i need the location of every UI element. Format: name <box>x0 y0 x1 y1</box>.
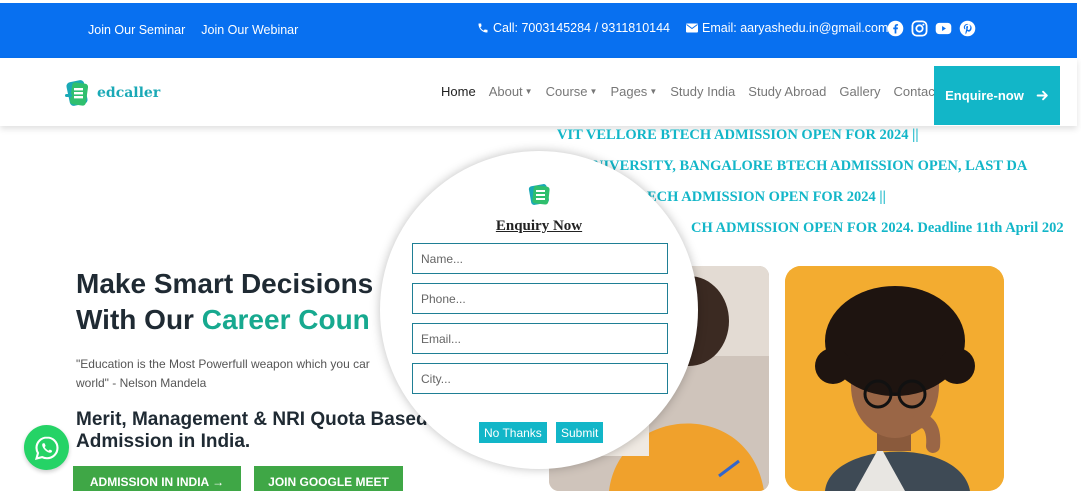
join-google-meet-button[interactable]: JOIN GOOGLE MEET <box>254 466 403 491</box>
nav-item-gallery[interactable]: Gallery <box>839 84 880 99</box>
nav-item-home[interactable]: Home <box>441 84 476 99</box>
nav-item-study-abroad[interactable]: Study Abroad <box>748 84 826 99</box>
caret-down-icon: ▼ <box>589 87 598 96</box>
instagram-icon[interactable] <box>911 20 928 37</box>
city-input[interactable]: City... <box>412 363 668 394</box>
hero-title-line1: Make Smart Decisions <box>76 268 374 299</box>
logo-text: edcaller <box>97 85 161 101</box>
nav-item-pages-label: Pages <box>610 84 648 99</box>
quote-line2: world" - Nelson Mandela <box>76 376 207 390</box>
ticker-line[interactable]: ECH ADMISSION OPEN FOR 2024 || <box>647 189 886 206</box>
ticker-line[interactable]: VIT VELLORE BTECH ADMISSION OPEN FOR 202… <box>557 127 919 144</box>
top-bar: Join Our Seminar Join Our Webinar Call: … <box>0 3 1077 58</box>
email-input[interactable]: Email... <box>412 323 668 354</box>
email-info[interactable]: Email: aaryashedu.in@gmail.com <box>686 21 888 35</box>
nav-item-course-label: Course <box>545 84 588 99</box>
nav-item-course[interactable]: Course ▼ <box>546 84 598 99</box>
nav-item-pages[interactable]: Pages ▼ <box>610 84 657 99</box>
contact-info: Call: 7003145284 / 9311810144 Email: aar… <box>477 21 888 35</box>
logo-icon <box>65 80 89 106</box>
admission-in-india-button[interactable]: ADMISSION IN INDIA → <box>73 466 241 491</box>
subhead-line2: Admission in India. <box>76 431 251 452</box>
phone-icon <box>478 23 488 33</box>
subhead-line1: Merit, Management & NRI Quota Based <box>76 409 428 430</box>
name-input[interactable]: Name... <box>412 243 668 274</box>
facebook-icon[interactable] <box>887 20 904 37</box>
nav-menu: Home About ▼ Course ▼ Pages ▼ Study India S… <box>441 84 938 99</box>
logo[interactable]: edcaller <box>62 78 160 108</box>
call-text: Call: 7003145284 / 9311810144 <box>493 21 671 35</box>
phone-input[interactable]: Phone... <box>412 283 668 314</box>
hero-subheading: Merit, Management & NRI Quota Based Admi… <box>76 409 428 453</box>
hero-quote: "Education is the Most Powerfull weapon … <box>76 355 406 393</box>
caret-down-icon: ▼ <box>524 87 533 96</box>
enquire-now-label: Enquire-now <box>945 88 1024 103</box>
nav-item-contact[interactable]: Contact <box>894 84 939 99</box>
join-webinar-link[interactable]: Join Our Webinar <box>201 23 298 37</box>
nav-item-about[interactable]: About ▼ <box>489 84 533 99</box>
hero-title-line2: With Our Career Coun <box>76 302 373 338</box>
main-nav: edcaller Home About ▼ Course ▼ Pages ▼ Stud… <box>0 58 1077 126</box>
enquiry-modal: Enquiry Now Name... Phone... Email... Ci… <box>380 151 698 469</box>
whatsapp-button[interactable] <box>24 425 69 470</box>
arrow-right-icon <box>1036 90 1048 101</box>
ticker-line[interactable]: CH ADMISSION OPEN FOR 2024. Deadline 11t… <box>691 220 1064 237</box>
nav-item-study-india[interactable]: Study India <box>670 84 735 99</box>
pinterest-icon[interactable] <box>959 20 976 37</box>
hero-title-prefix: With Our <box>76 304 202 335</box>
youtube-icon[interactable] <box>935 20 952 37</box>
submit-button[interactable]: Submit <box>556 422 604 443</box>
enquire-now-button[interactable]: Enquire-now <box>934 66 1060 125</box>
top-links: Join Our Seminar Join Our Webinar <box>88 23 298 37</box>
hero-title-accent: Career Coun <box>201 304 370 335</box>
call-info[interactable]: Call: 7003145284 / 9311810144 <box>477 21 670 35</box>
whatsapp-icon <box>34 435 59 460</box>
enquiry-title: Enquiry Now <box>495 218 583 234</box>
hero-title: Make Smart Decisions With Our Career Cou… <box>76 266 373 338</box>
man-illustration <box>785 266 1004 491</box>
envelope-icon <box>686 23 699 33</box>
page: Join Our Seminar Join Our Webinar Call: … <box>0 0 1081 491</box>
nav-item-about-label: About <box>488 84 523 99</box>
ticker-line[interactable]: NIVERSITY, BANGALORE BTECH ADMISSION OPE… <box>593 158 1027 175</box>
no-thanks-button[interactable]: No Thanks <box>479 422 547 443</box>
quote-line1: "Education is the Most Powerfull weapon … <box>76 357 370 371</box>
email-text: Email: aaryashedu.in@gmail.com <box>702 21 889 35</box>
logo-icon <box>528 184 550 205</box>
social-icons <box>887 20 976 37</box>
join-seminar-link[interactable]: Join Our Seminar <box>88 23 185 37</box>
caret-down-icon: ▼ <box>649 87 658 96</box>
thinking-man-image <box>785 266 1004 491</box>
